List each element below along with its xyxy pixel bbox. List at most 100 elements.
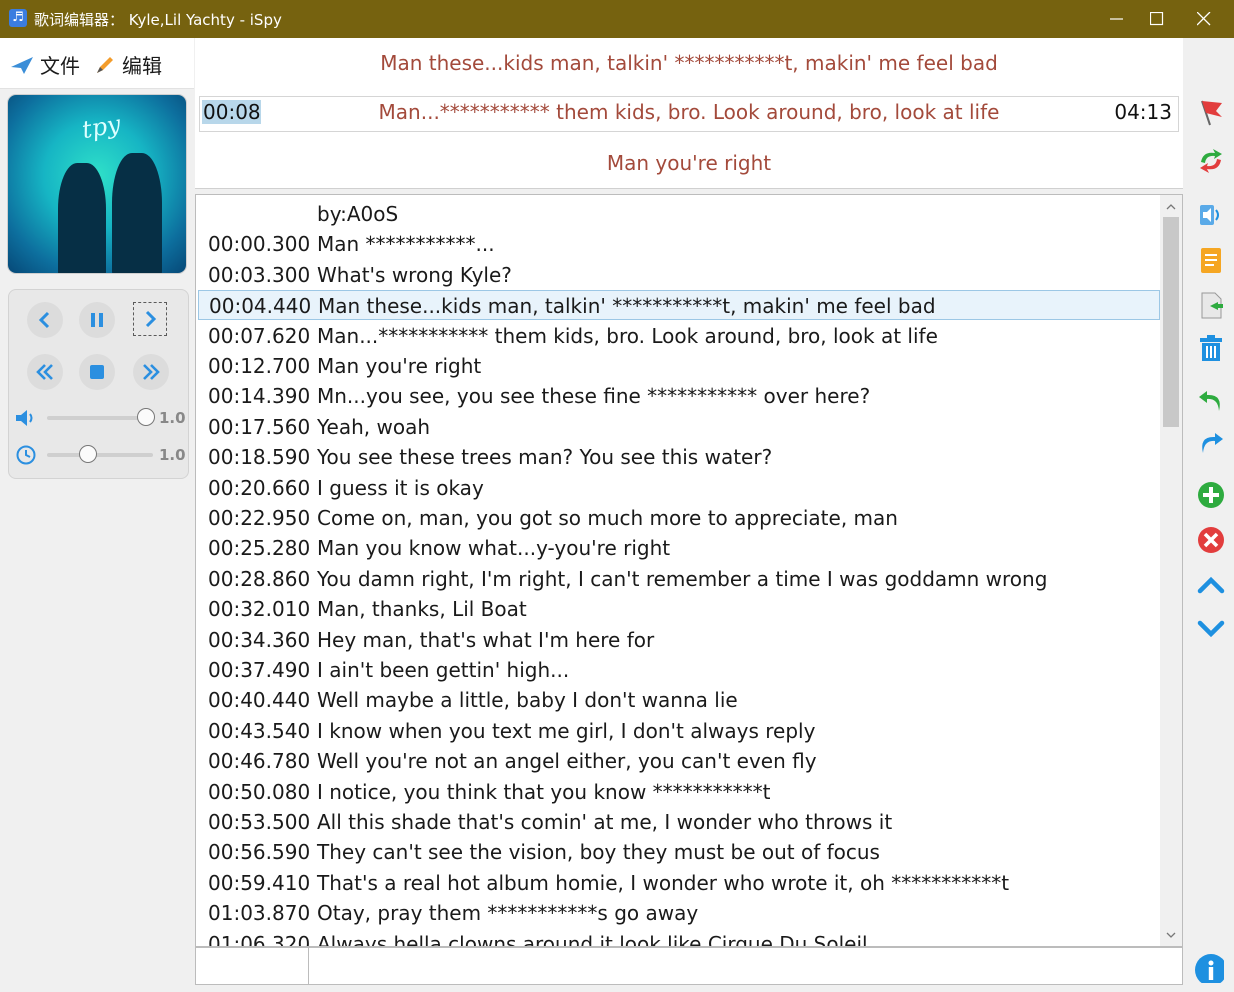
lyric-row[interactable]: 01:06.320 Always hella clowns around it l…	[198, 929, 1160, 946]
send-arrow-icon	[11, 56, 33, 74]
total-time: 04:13	[1114, 100, 1172, 124]
lyric-row[interactable]: 00:17.560 Yeah, woah	[198, 412, 1160, 442]
lyric-row[interactable]: 00:22.950 Come on, man, you got so much m…	[198, 503, 1160, 533]
lyric-row-time: 00:50.080	[208, 779, 311, 804]
window-title: 歌词编辑器： Kyle,Lil Yachty - iSpy	[34, 11, 282, 29]
lyric-row-time: 00:04.440	[209, 294, 312, 319]
lyric-row-text: Man these...kids man, talkin' **********…	[318, 294, 936, 319]
chevron-left-icon	[38, 311, 50, 329]
add-icon[interactable]	[1196, 480, 1226, 510]
lyric-row-text: You see these trees man? You see this wa…	[317, 445, 773, 470]
lyric-row-time: 00:43.540	[208, 718, 311, 743]
lyric-row-time: 00:53.500	[208, 810, 311, 834]
rewind-button[interactable]	[27, 354, 63, 390]
file-menu[interactable]: 文件	[10, 50, 80, 79]
lyric-row[interactable]: 00:12.700 Man you're right	[198, 351, 1160, 381]
lyric-row[interactable]: 00:18.590 You see these trees man? You se…	[198, 442, 1160, 472]
lyric-row-text: I guess it is okay	[317, 475, 484, 500]
pencil-icon	[97, 56, 113, 73]
lyric-row[interactable]: 00:25.280 Man you know what...y-you're ri…	[198, 533, 1160, 563]
next-line-button[interactable]	[133, 302, 167, 336]
sync-icon[interactable]	[1196, 146, 1226, 176]
time-edit-field[interactable]	[196, 948, 309, 984]
double-chevron-left-icon	[36, 364, 53, 380]
lyric-row-time: 00:46.780	[208, 749, 311, 774]
stop-icon	[90, 365, 104, 379]
lyric-row[interactable]: 00:40.440 Well maybe a little, baby I don…	[198, 685, 1160, 715]
speed-slider-thumb[interactable]	[78, 445, 97, 463]
lyric-row-time: 00:03.300	[208, 262, 311, 287]
import-icon[interactable]	[1196, 290, 1226, 320]
lyric-row[interactable]: 00:20.660 I guess it is okay	[198, 473, 1160, 503]
info-icon[interactable]	[1194, 953, 1224, 983]
lyric-row-time: 00:34.360	[208, 627, 311, 652]
stop-button[interactable]	[79, 354, 115, 390]
lyric-row[interactable]: 01:03.870 Otay, pray them ***********s go…	[198, 898, 1160, 928]
lyric-row[interactable]: 00:32.010 Man, thanks, Lil Boat	[198, 594, 1160, 624]
lyric-row[interactable]: 00:00.300 Man ***********...	[198, 229, 1160, 259]
lyric-row[interactable]: 00:50.080 I notice, you think that you kn…	[198, 777, 1160, 807]
lyric-row-text: Man ***********...	[317, 232, 495, 257]
edit-menu[interactable]: 编辑	[94, 50, 162, 79]
lyric-row[interactable]: 00:28.860 You damn right, I'm right, I ca…	[198, 564, 1160, 594]
maximize-icon	[1150, 12, 1164, 26]
move-up-icon[interactable]	[1196, 570, 1226, 600]
lyric-row[interactable]: 00:59.410 That's a real hot album homie, …	[198, 868, 1160, 898]
lyric-row-time: 00:00.300	[208, 232, 311, 257]
fast-forward-button[interactable]	[133, 354, 169, 390]
scroll-thumb[interactable]	[1163, 217, 1179, 427]
lyric-row[interactable]: 00:14.390 Mn...you see, you see these fin…	[198, 381, 1160, 411]
menu-bar: 文件 编辑	[0, 38, 194, 89]
pause-icon	[91, 313, 103, 327]
lyric-row-text: Man...*********** them kids, bro. Look a…	[317, 323, 938, 348]
move-down-icon[interactable]	[1196, 614, 1226, 644]
document-icon[interactable]	[1196, 245, 1226, 275]
lyric-row[interactable]: 00:37.490 I ain't been gettin' high...	[198, 655, 1160, 685]
current-lyric-line: Man...*********** them kids, bro. Look a…	[378, 100, 1000, 124]
double-chevron-right-icon	[143, 364, 160, 380]
close-button[interactable]	[1175, 0, 1233, 38]
speed-slider[interactable]	[47, 453, 153, 457]
file-menu-label: 文件	[40, 54, 80, 78]
delete-icon[interactable]	[1196, 525, 1226, 555]
lyric-row[interactable]: 00:43.540 I know when you text me girl, I…	[198, 716, 1160, 746]
lyric-row-text: I know when you text me girl, I don't al…	[317, 718, 816, 743]
lyric-row-text: I notice, you think that you know ******…	[317, 779, 771, 804]
flag-icon[interactable]	[1196, 97, 1226, 127]
lyric-row-text: They can't see the vision, boy they must…	[317, 840, 880, 865]
lyric-edit-field[interactable]	[309, 948, 1186, 986]
lyric-list[interactable]: by:A0oS 00:00.300 Man ***********... 00:03.…	[195, 194, 1183, 947]
lyric-row-time: 00:32.010	[208, 597, 311, 622]
prev-line-button[interactable]	[27, 302, 63, 338]
speaker-icon[interactable]	[1196, 200, 1226, 230]
lyric-row-text: I ain't been gettin' high...	[317, 658, 570, 682]
lyric-row[interactable]: 00:34.360 Hey man, that's what I'm here f…	[198, 625, 1160, 655]
lyric-row-time: 00:28.860	[208, 566, 311, 591]
lyric-row[interactable]: 00:56.590 They can't see the vision, boy …	[198, 837, 1160, 867]
redo-icon[interactable]	[1196, 427, 1226, 457]
lyric-list-scrollbar[interactable]	[1160, 195, 1182, 946]
undo-icon[interactable]	[1196, 385, 1226, 415]
trash-icon[interactable]	[1196, 333, 1226, 363]
lyric-row-selected[interactable]: 00:04.440 Man these...kids man, talkin' *…	[198, 290, 1160, 321]
pause-button[interactable]	[79, 302, 115, 338]
lyric-row-text: What's wrong Kyle?	[317, 262, 512, 287]
current-lyric-box: Man...*********** them kids, bro. Look a…	[199, 96, 1179, 132]
lyric-edit-row	[195, 947, 1186, 986]
lyric-row[interactable]: 00:03.300 What's wrong Kyle?	[198, 260, 1160, 290]
previous-lyric-line: Man these...kids man, talkin' **********…	[380, 51, 998, 75]
volume-slider-thumb[interactable]	[137, 408, 155, 426]
current-time: 00:08	[202, 100, 261, 124]
lyric-row[interactable]: 00:53.500 All this shade that's comin' at…	[198, 807, 1160, 837]
speed-value: 1.0	[159, 446, 186, 464]
lyric-row-time: 00:59.410	[208, 870, 311, 895]
chevron-right-icon	[145, 310, 157, 328]
lyric-row-text: Man you're right	[317, 354, 482, 378]
lyric-row[interactable]: 00:46.780 Well you're not an angel either…	[198, 746, 1160, 776]
lyric-row-time: 00:12.700	[208, 354, 311, 378]
app-music-icon: ♬	[9, 9, 27, 27]
lyric-row-text: Yeah, woah	[317, 414, 431, 439]
lyric-row[interactable]: by:A0oS	[198, 199, 1160, 229]
lyric-row[interactable]: 00:07.620 Man...*********** them kids, br…	[198, 321, 1160, 351]
album-figure-right	[112, 153, 162, 273]
